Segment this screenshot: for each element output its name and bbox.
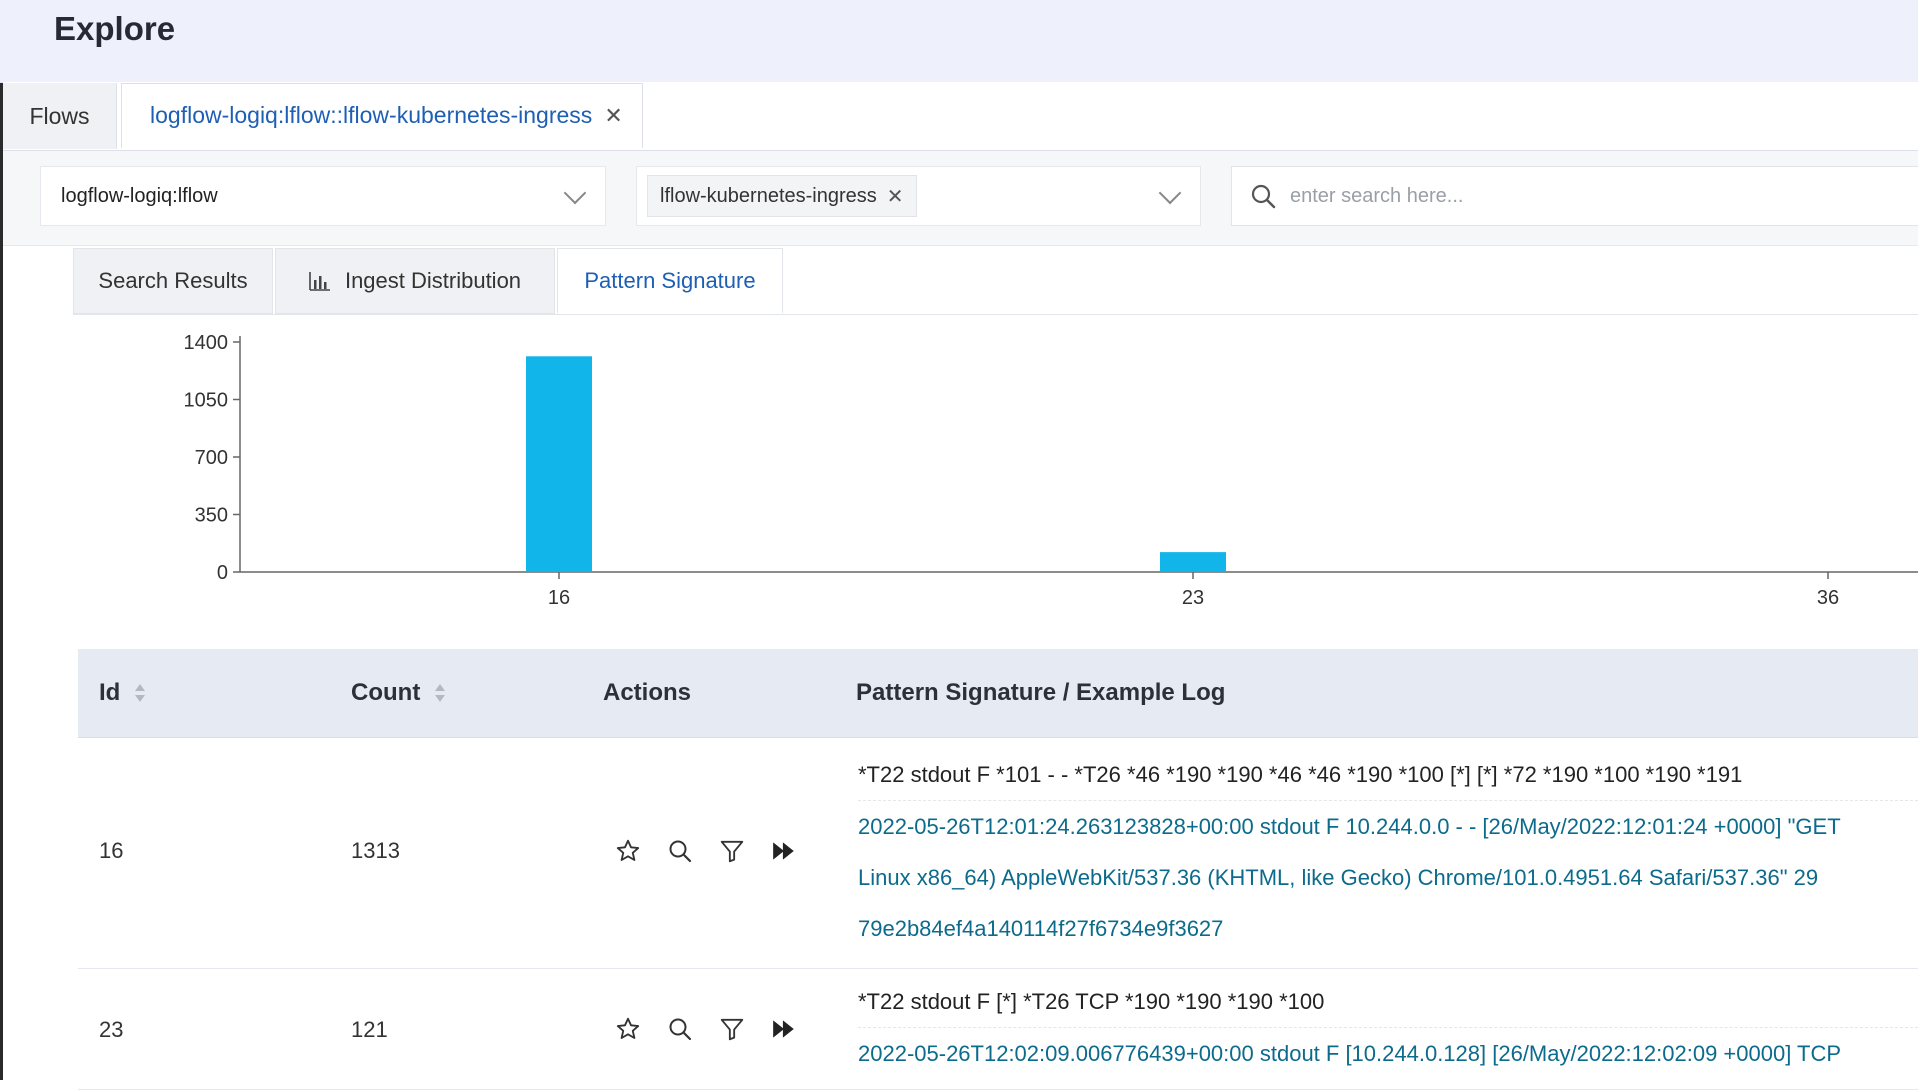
row-count: 121 [351,1017,388,1042]
close-icon[interactable]: ✕ [887,184,904,209]
application-select[interactable]: lflow-kubernetes-ingress ✕ [636,166,1201,226]
x-tick-label: 23 [1182,587,1204,609]
tab-active-flow-label: logflow-logiq:lflow::lflow-kubernetes-in… [150,102,593,128]
column-header-pattern-label: Pattern Signature / Example Log [856,679,1226,706]
x-tick-label: 16 [548,587,570,609]
bar [526,356,592,572]
example-log-line[interactable]: Linux x86_64) AppleWebKit/537.36 (KHTML,… [858,852,1918,903]
column-header-actions: Actions [603,649,691,737]
column-header-count-label: Count [351,679,421,706]
tab-search-results-label: Search Results [98,268,248,293]
table-header: Id Count Actions Pattern Signature / Exa… [78,649,1918,738]
y-tick-label: 0 [217,562,228,584]
example-log-line[interactable]: 79e2b84ef4a140114f27f6734e9f3627 [858,903,1918,954]
star-icon[interactable] [615,1016,641,1042]
row-id: 23 [99,1017,124,1042]
sort-icon[interactable] [434,683,446,703]
pattern-signature: *T22 stdout F *101 - - *T26 *46 *190 *19… [858,750,1918,801]
column-header-id[interactable]: Id [99,649,146,737]
x-tick-label: 36 [1817,587,1839,609]
row-id: 16 [99,838,124,863]
bar [1160,552,1226,572]
pattern-signature: *T22 stdout F [*] *T26 TCP *190 *190 *19… [858,977,1918,1028]
flow-tabs: Flows logflow-logiq:lflow::lflow-kuberne… [3,82,1918,151]
sort-icon[interactable] [134,683,146,703]
page-title: Explore [54,10,176,47]
magnify-icon[interactable] [667,1016,693,1042]
star-icon[interactable] [615,838,641,864]
row-actions [615,1016,797,1042]
column-header-actions-label: Actions [603,679,692,706]
filter-icon[interactable] [719,838,745,864]
filter-icon[interactable] [719,1016,745,1042]
row-count: 1313 [351,838,400,863]
fast-forward-icon[interactable] [771,1016,797,1042]
y-tick-label: 700 [195,447,228,469]
column-header-pattern: Pattern Signature / Example Log [856,649,1225,737]
example-log-line[interactable]: 2022-05-26T12:01:24.263123828+00:00 stdo… [858,801,1918,852]
pattern-cell: *T22 stdout F [*] *T26 TCP *190 *190 *19… [858,977,1918,1079]
tab-ingest-distribution[interactable]: Ingest Distribution [275,248,555,314]
tab-pattern-signature-label: Pattern Signature [584,267,756,293]
tab-search-results[interactable]: Search Results [73,248,273,314]
magnify-icon[interactable] [667,838,693,864]
tab-ingest-distribution-label: Ingest Distribution [344,268,522,293]
table-row: 23 121 *T22 stdout F [*] *T26 TCP *190 *… [78,969,1918,1090]
y-tick-label: 1400 [184,332,229,354]
application-chip-label: lflow-kubernetes-ingress [660,184,877,207]
chevron-down-icon[interactable] [1158,181,1182,205]
tab-flows[interactable]: Flows [3,83,117,149]
namespace-select-value: logflow-logiq:lflow [61,184,218,207]
search-box [1231,166,1918,226]
namespace-select[interactable]: logflow-logiq:lflow [40,166,606,226]
fast-forward-icon[interactable] [771,838,797,864]
tab-active-flow[interactable]: logflow-logiq:lflow::lflow-kubernetes-in… [121,83,643,149]
table-row: 16 1313 *T22 stdout F *101 - - *T26 *46 … [78,738,1918,969]
pattern-chart: 0 350 700 1050 1400 16 23 36 [3,324,1918,624]
column-header-count[interactable]: Count [351,649,446,737]
bar-chart-icon [309,272,330,291]
tab-pattern-signature[interactable]: Pattern Signature [557,248,783,314]
column-header-id-label: Id [99,679,121,706]
chevron-down-icon[interactable] [563,181,587,205]
pattern-cell: *T22 stdout F *101 - - *T26 *46 *190 *19… [858,750,1918,954]
search-input[interactable] [1288,183,1892,209]
close-icon[interactable]: ✕ [604,103,622,129]
page-header: Explore [0,0,1918,83]
tab-flows-label: Flows [29,102,90,129]
y-tick-label: 350 [195,505,228,527]
y-tick-label: 1050 [184,390,229,412]
row-actions [615,838,797,864]
main-content: Search Results Ingest Distribution Patte… [3,246,1918,1090]
application-chip: lflow-kubernetes-ingress ✕ [647,175,917,217]
result-tabs: Search Results Ingest Distribution Patte… [73,248,1918,315]
example-log-line[interactable]: 2022-05-26T12:02:09.006776439+00:00 stdo… [858,1028,1918,1079]
pattern-chart-svg: 0 350 700 1050 1400 16 23 36 [184,332,1918,609]
filter-bar: logflow-logiq:lflow lflow-kubernetes-ing… [3,151,1918,246]
pattern-table: Id Count Actions Pattern Signature / Exa… [78,649,1918,1090]
search-icon [1251,184,1276,209]
